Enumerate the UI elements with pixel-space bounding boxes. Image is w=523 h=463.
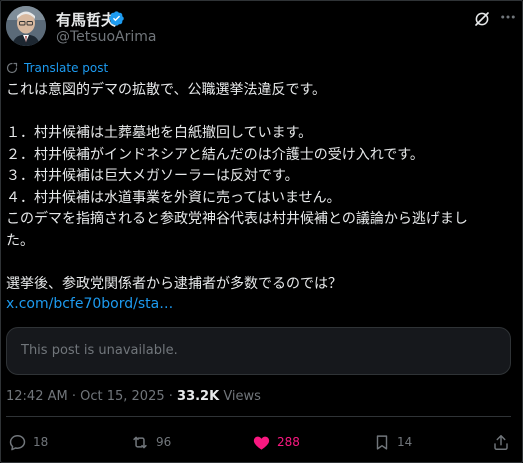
reply-icon [9, 434, 26, 450]
post-body-line: このデマを指摘されると参政党神谷代表は村井候補との議論から逃げまし [6, 211, 468, 227]
like-button[interactable]: 288 [252, 432, 300, 452]
translate-icon [6, 62, 18, 74]
post-body-line: ２．村井候補がインドネシアと結んだのは介護士の受け入れです。 [6, 146, 424, 163]
avatar-image [6, 6, 46, 46]
author-display-name[interactable]: 有馬哲夫 [56, 9, 116, 30]
post-body: これは意図的デマの拡散で、公職選挙法違反です。 １．村井候補は土葬墓地を白紙撤回… [6, 80, 511, 295]
post-meta: 12:42 AM · Oct 15, 2025 · 33.2K Views [6, 389, 261, 404]
post-link[interactable]: x.com/bcfe70bord/sta… [6, 296, 173, 312]
views-label: Views [219, 389, 261, 404]
meta-separator: · [67, 389, 81, 404]
quoted-post-unavailable-text: This post is unavailable. [21, 343, 178, 358]
post-body-line: 選挙後、参政党関係者から逮捕者が多数でるのでは？ [6, 275, 342, 292]
post-body-blank-line [6, 102, 511, 124]
translate-post-link[interactable]: Translate post [6, 61, 108, 75]
post-body-line: ３．村井候補は巨大メガソーラーは反対です。 [6, 168, 299, 184]
post-body-line: た。 [6, 232, 34, 249]
post-time[interactable]: 12:42 AM [6, 389, 68, 404]
repost-icon [133, 436, 147, 448]
post-body-line: これは意図的デマの拡散で、公職選挙法違反です。 [6, 82, 327, 98]
post-date[interactable]: Oct 15, 2025 [80, 389, 165, 404]
quoted-post-card: This post is unavailable. [6, 327, 511, 375]
share-button[interactable] [492, 432, 516, 452]
post-body-line: １．村井候補は土葬墓地を白紙撤回しています。 [6, 125, 313, 141]
share-icon [494, 434, 508, 450]
views-count: 33.2K [177, 389, 220, 404]
verified-badge-icon [109, 11, 124, 26]
author-handle[interactable]: @TetsuoArima [56, 29, 156, 45]
reply-button[interactable]: 18 [8, 432, 48, 452]
bookmark-icon [376, 434, 388, 450]
more-icon[interactable] [499, 8, 517, 26]
heart-filled-icon [253, 436, 270, 450]
reply-count: 18 [33, 435, 49, 449]
meta-separator: · [164, 389, 178, 404]
post-body-line: ４．村井候補は水道事業を外資に売ってはいません。 [6, 189, 341, 206]
repost-count: 96 [156, 435, 172, 449]
translate-post-label: Translate post [24, 61, 109, 75]
grok-icon[interactable] [473, 10, 491, 28]
bookmark-count: 14 [397, 435, 413, 449]
repost-button[interactable]: 96 [130, 432, 171, 452]
like-count: 288 [277, 435, 300, 449]
divider [6, 416, 511, 417]
post-body-blank-line [6, 252, 511, 274]
avatar[interactable] [6, 6, 46, 46]
bookmark-button[interactable]: 14 [373, 432, 412, 452]
